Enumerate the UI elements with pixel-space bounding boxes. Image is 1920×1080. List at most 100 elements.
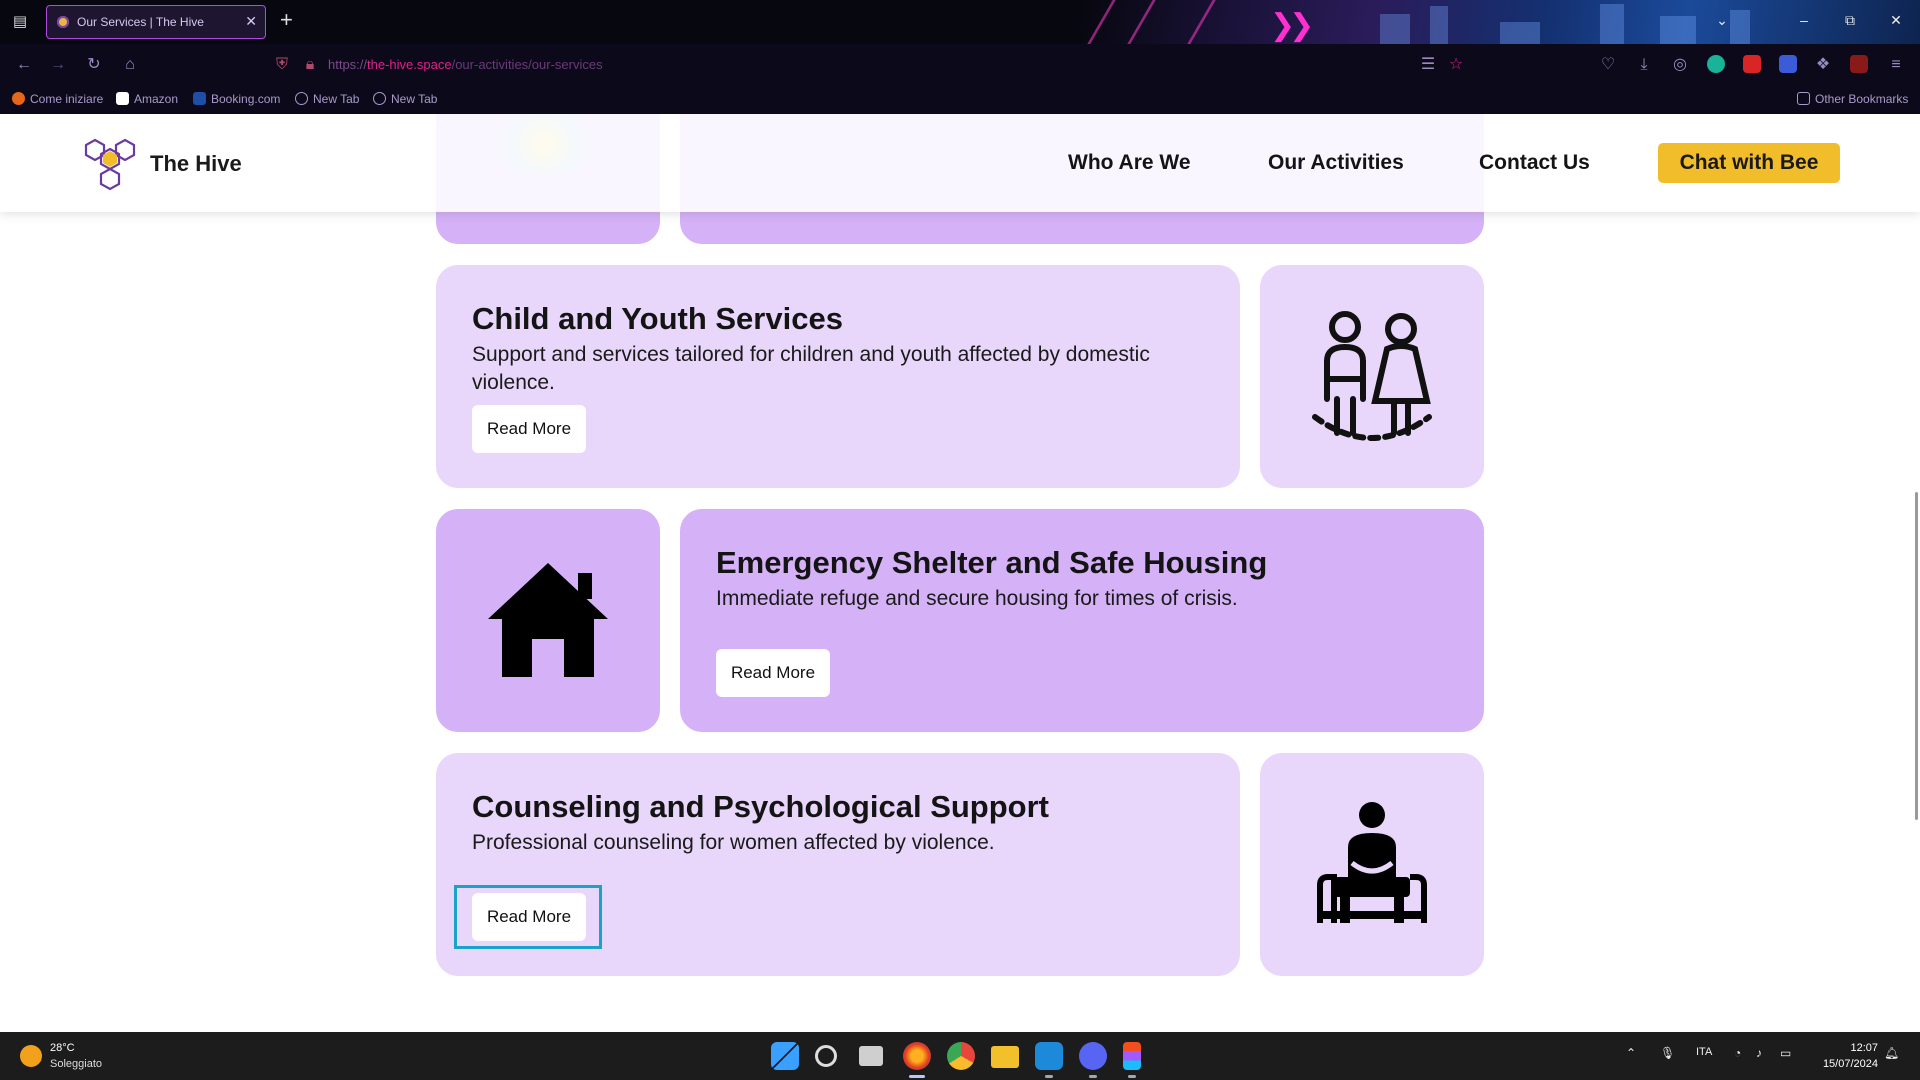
service-card-child-youth: Child and Youth Services Support and ser… — [436, 265, 1240, 488]
weather-temperature: 28°C — [50, 1042, 75, 1054]
url-field[interactable]: https://the-hive.space/our-activities/ou… — [328, 57, 603, 72]
counseling-person-icon — [1317, 802, 1427, 923]
firefox-icon[interactable] — [903, 1042, 931, 1070]
firefox-icon — [12, 92, 25, 105]
star-icon[interactable]: ☆ — [1446, 55, 1466, 75]
menu-icon[interactable]: ≡ — [1886, 55, 1906, 75]
file-explorer-icon[interactable] — [991, 1046, 1019, 1068]
bookmark-item[interactable]: New Tab — [295, 92, 359, 106]
reader-icon[interactable]: ☰ — [1418, 55, 1438, 75]
page-scrollbar[interactable] — [1915, 492, 1918, 820]
page-viewport: Child and Youth Services Support and ser… — [0, 114, 1920, 1032]
ublock-extension-icon[interactable] — [1850, 55, 1868, 73]
hive-favicon-icon — [57, 16, 69, 28]
brand-name[interactable]: The Hive — [150, 151, 242, 177]
app-indicator — [1045, 1075, 1053, 1078]
home-icon[interactable]: ⌂ — [120, 55, 140, 75]
service-card-counseling: Counseling and Psychological Support Pro… — [436, 753, 1240, 976]
restore-icon[interactable]: ⧉ — [1840, 12, 1860, 29]
system-clock[interactable]: 12:07 15/07/2024 — [1823, 1040, 1878, 1072]
site-header: The Hive Who Are We Our Activities Conta… — [0, 114, 1920, 212]
task-view-icon[interactable] — [859, 1046, 883, 1066]
forward-icon[interactable]: → — [48, 55, 68, 75]
search-icon[interactable] — [815, 1045, 837, 1067]
service-description: Immediate refuge and secure housing for … — [716, 587, 1238, 610]
bookmark-item[interactable]: Booking.com — [193, 92, 280, 106]
browser-toolbar: ← → ↻ ⌂ ⛨ 🔒︎ https://the-hive.space/our-… — [0, 44, 1920, 86]
windows-taskbar: 28°C Soleggiato ⌃ 🎙︎ ITA ◔ ♪ ▭ 12:07 15/… — [0, 1032, 1920, 1080]
notification-bell-icon[interactable]: 🔔︎ — [1884, 1046, 1899, 1060]
language-indicator[interactable]: ITA — [1696, 1046, 1712, 1058]
app-indicator — [1089, 1075, 1097, 1078]
tab-list-icon[interactable]: ▤ — [10, 12, 30, 32]
read-more-button[interactable]: Read More — [472, 893, 586, 941]
nav-link-our-activities[interactable]: Our Activities — [1268, 151, 1404, 175]
app-indicator — [1128, 1075, 1136, 1078]
chevron-down-icon[interactable]: ⌄ — [1712, 12, 1732, 29]
pocket-icon[interactable]: ♡ — [1598, 55, 1618, 75]
service-description: Professional counseling for women affect… — [472, 831, 995, 854]
chevron-art-icon: ❯❯ — [1270, 9, 1314, 42]
vscode-icon[interactable] — [1035, 1042, 1063, 1070]
hive-logo-icon[interactable] — [80, 134, 140, 194]
children-icon — [1312, 311, 1432, 441]
back-icon[interactable]: ← — [14, 55, 34, 75]
lock-icon[interactable]: 🔒︎ — [300, 55, 320, 75]
nav-link-who-are-we[interactable]: Who Are We — [1068, 151, 1191, 175]
url-scheme: https:// — [328, 57, 368, 72]
chat-with-bee-button[interactable]: Chat with Bee — [1658, 143, 1840, 183]
other-bookmarks[interactable]: Other Bookmarks — [1797, 92, 1908, 106]
browser-tab-bar: ❯❯ ▤ Our Services | The Hive ✕ + ⌄ – ⧉ ✕ — [0, 0, 1920, 44]
extensions-icon[interactable]: ❖ — [1813, 55, 1833, 75]
minimize-icon[interactable]: – — [1794, 12, 1814, 28]
chrome-icon[interactable] — [947, 1042, 975, 1070]
sun-icon[interactable] — [20, 1045, 42, 1067]
volume-icon[interactable]: ♪ — [1756, 1046, 1762, 1060]
bookmarks-bar: Come iniziare Amazon Booking.com New Tab… — [0, 86, 1920, 114]
url-host: the-hive.space — [367, 57, 452, 72]
battery-icon[interactable]: ▭ — [1780, 1046, 1791, 1060]
grammarly-extension-icon[interactable] — [1707, 55, 1725, 73]
service-description: Support and services tailored for childr… — [472, 343, 1150, 394]
service-title: Child and Youth Services — [472, 301, 843, 336]
windows-start-icon[interactable] — [771, 1042, 799, 1070]
shield-icon[interactable]: ⛨ — [272, 55, 292, 75]
figma-icon[interactable] — [1123, 1042, 1141, 1070]
active-app-indicator — [909, 1075, 925, 1078]
microphone-icon[interactable]: 🎙︎ — [1660, 1046, 1675, 1060]
url-path: /our-activities/our-services — [451, 57, 603, 72]
clock-date: 15/07/2024 — [1822, 1058, 1878, 1070]
bookmark-item[interactable]: Amazon — [116, 92, 178, 106]
globe-icon — [295, 92, 308, 105]
account-icon[interactable]: ◎ — [1670, 55, 1690, 75]
download-icon[interactable]: ⤓ — [1634, 55, 1654, 75]
house-icon — [488, 563, 608, 677]
close-window-icon[interactable]: ✕ — [1886, 12, 1906, 29]
service-icon-card — [436, 509, 660, 732]
discord-icon[interactable] — [1079, 1042, 1107, 1070]
wifi-icon[interactable]: ◔ — [1734, 1046, 1741, 1060]
read-more-button[interactable]: Read More — [716, 649, 830, 697]
folder-icon — [1797, 92, 1810, 105]
nav-link-contact-us[interactable]: Contact Us — [1479, 151, 1590, 175]
bookmark-item[interactable]: New Tab — [373, 92, 437, 106]
lastpass-extension-icon[interactable] — [1743, 55, 1761, 73]
bookmark-item[interactable]: Come iniziare — [12, 92, 103, 106]
close-icon[interactable]: ✕ — [245, 13, 257, 30]
booking-icon — [193, 92, 206, 105]
extension-icon[interactable] — [1779, 55, 1797, 73]
weather-description: Soleggiato — [50, 1058, 102, 1070]
globe-icon — [373, 92, 386, 105]
amazon-icon — [116, 92, 129, 105]
read-more-button[interactable]: Read More — [472, 405, 586, 453]
reload-icon[interactable]: ↻ — [84, 55, 104, 75]
service-title: Counseling and Psychological Support — [472, 789, 1049, 824]
tab-title: Our Services | The Hive — [77, 15, 204, 29]
service-icon-card — [1260, 753, 1484, 976]
service-icon-card — [1260, 265, 1484, 488]
service-title: Emergency Shelter and Safe Housing — [716, 545, 1268, 580]
service-card-emergency-shelter: Emergency Shelter and Safe Housing Immed… — [680, 509, 1484, 732]
chevron-up-icon[interactable]: ⌃ — [1626, 1046, 1636, 1060]
browser-tab-active[interactable]: Our Services | The Hive ✕ — [46, 5, 266, 39]
plus-icon[interactable]: + — [280, 9, 293, 31]
